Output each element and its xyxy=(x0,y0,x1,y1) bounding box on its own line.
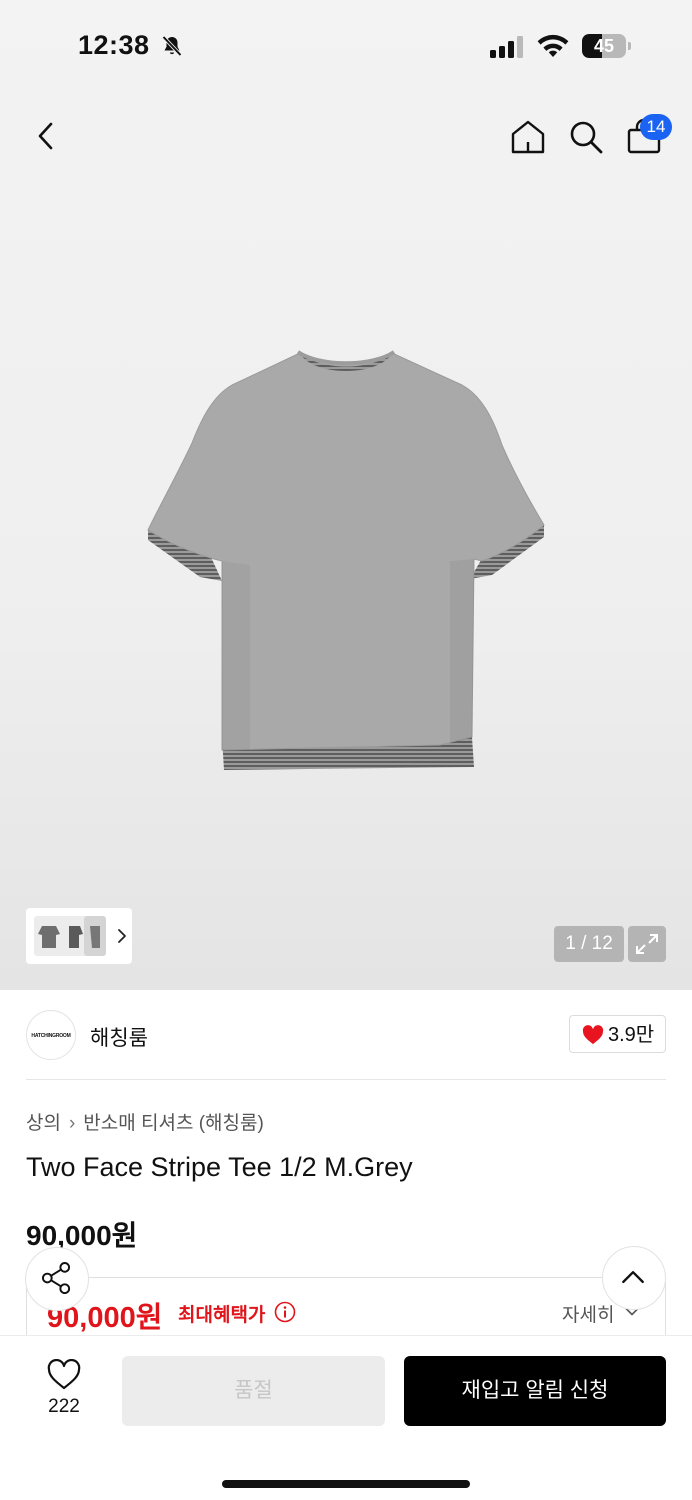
benefit-label: 최대혜택가 xyxy=(178,1305,266,1326)
bottom-action-bar: 222 품절 재입고 알림 신청 xyxy=(0,1335,692,1500)
heart-outline-icon[interactable] xyxy=(47,1359,81,1391)
breadcrumb-item[interactable]: 상의 xyxy=(26,1113,61,1134)
thumbnail-image[interactable] xyxy=(84,916,106,956)
share-button[interactable] xyxy=(25,1247,89,1311)
battery-icon: 45 xyxy=(582,34,632,58)
scroll-to-top-button[interactable] xyxy=(602,1246,666,1310)
soldout-button[interactable]: 품절 xyxy=(122,1356,385,1426)
home-indicator xyxy=(222,1480,470,1488)
status-bar: 12:38 45 xyxy=(0,0,692,90)
brand-like-button[interactable]: 3.9만 xyxy=(569,1015,666,1053)
brand-name[interactable]: 해칭룸 xyxy=(90,1022,148,1052)
product-photo xyxy=(147,350,545,770)
signal-icon xyxy=(490,36,523,58)
cart-count-badge: 14 xyxy=(640,114,672,140)
battery-percent: 45 xyxy=(593,36,615,56)
expand-icon[interactable] xyxy=(628,926,666,962)
chevron-right-icon: › xyxy=(68,1113,76,1134)
chevron-up-icon xyxy=(622,1271,644,1284)
search-icon[interactable] xyxy=(566,117,606,157)
wish-count: 222 xyxy=(48,1396,80,1417)
status-time: 12:38 xyxy=(78,30,150,60)
thumbnail-strip[interactable] xyxy=(26,908,132,964)
brand-like-count: 3.9만 xyxy=(608,1024,655,1046)
breadcrumb: 상의 › 반소매 티셔츠 (해칭룸) xyxy=(26,1108,264,1135)
product-image-gallery[interactable]: 12:38 45 14 1 / 12 xyxy=(0,0,692,990)
restock-alert-button[interactable]: 재입고 알림 신청 xyxy=(404,1356,666,1426)
breadcrumb-item[interactable]: 반소매 티셔츠 (해칭룸) xyxy=(83,1113,264,1134)
heart-filled-icon xyxy=(582,1025,604,1045)
image-page-counter: 1 / 12 xyxy=(554,926,624,962)
share-icon xyxy=(41,1262,71,1295)
brand-logo[interactable]: HATCHINGROOM xyxy=(26,1010,76,1060)
product-title: Two Face Stripe Tee 1/2 M.Grey xyxy=(26,1152,413,1182)
back-icon[interactable] xyxy=(30,116,66,156)
divider xyxy=(26,1079,666,1080)
home-icon[interactable] xyxy=(508,117,548,157)
wifi-icon xyxy=(537,34,569,57)
chevron-right-icon[interactable] xyxy=(116,926,128,946)
info-icon[interactable] xyxy=(274,1301,296,1323)
bell-slash-icon xyxy=(162,35,182,57)
brand-row[interactable]: HATCHINGROOM 해칭룸 3.9만 xyxy=(0,990,692,1080)
